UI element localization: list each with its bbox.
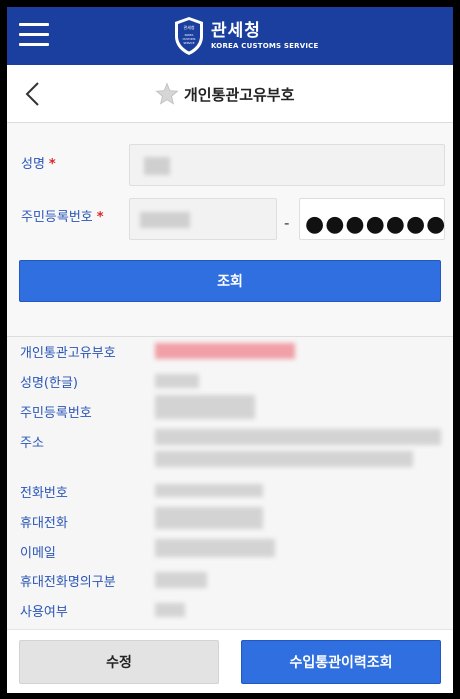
result-label-address: 주소 [20,436,44,451]
rrn-back-masked-value: ●●●●●●● [305,212,447,237]
masked-address-line-1 [155,429,441,445]
logo-subtitle: KOREA CUSTOMS SERVICE [211,41,319,50]
customs-shield-emblem: 관세청 KOREA CUSTOMS SERVICE [175,17,203,55]
masked-rrn [155,395,255,419]
rrn-front-input[interactable] [129,198,277,240]
masked-customs-code [155,343,295,359]
name-input[interactable] [129,144,445,186]
masked-rrn-front-value [140,212,190,228]
result-label-rrn: 주민등록번호 [20,406,92,421]
svg-text:KOREA: KOREA [185,33,194,37]
search-button[interactable]: 조회 [19,260,441,302]
logo-title: 관세청 [211,20,261,41]
masked-mobile [155,507,263,529]
svg-text:CUSTOMS: CUSTOMS [183,37,196,41]
masked-address-line-2 [155,451,413,467]
rrn-label: 주민등록번호 * [21,210,104,225]
page-titlebar: 개인통관고유부호 [7,65,453,123]
svg-text:SERVICE: SERVICE [184,41,195,45]
result-label-mobile: 휴대전화 [20,516,68,531]
required-mark: * [48,157,56,172]
masked-phone [155,484,263,497]
required-mark: * [96,210,104,225]
customs-logo[interactable]: 관세청 KOREA CUSTOMS SERVICE 관세청 KOREA CUST… [173,15,318,57]
name-label: 성명 * [21,157,56,172]
result-label-name: 성명(한글) [20,376,78,391]
page-title: 개인통관고유부호 [184,85,295,104]
edit-button[interactable]: 수정 [19,640,219,684]
masked-mobile-owner [155,572,207,588]
masked-name-value [144,157,170,175]
star-icon[interactable] [155,82,179,106]
top-header: 관세청 KOREA CUSTOMS SERVICE 관세청 KOREA CUST… [7,7,453,65]
masked-status [155,603,185,617]
result-label-email: 이메일 [20,546,56,561]
hamburger-menu-icon[interactable] [19,23,49,47]
import-history-button[interactable]: 수입통관이력조회 [241,640,441,684]
masked-name [155,374,199,388]
result-label-phone: 전화번호 [20,486,68,501]
result-label-customs-code: 개인통관고유부호 [20,346,116,361]
app-frame: 관세청 KOREA CUSTOMS SERVICE 관세청 KOREA CUST… [7,7,453,693]
bottom-actions: 수정 수입통관이력조회 [7,629,453,693]
rrn-separator: - [284,214,290,232]
chevron-left-icon[interactable] [23,81,43,107]
result-label-status: 사용여부 [20,605,68,620]
result-label-mobile-owner: 휴대전화명의구분 [20,575,116,590]
masked-email [155,539,275,557]
emblem-text-kr: 관세청 [183,24,194,30]
